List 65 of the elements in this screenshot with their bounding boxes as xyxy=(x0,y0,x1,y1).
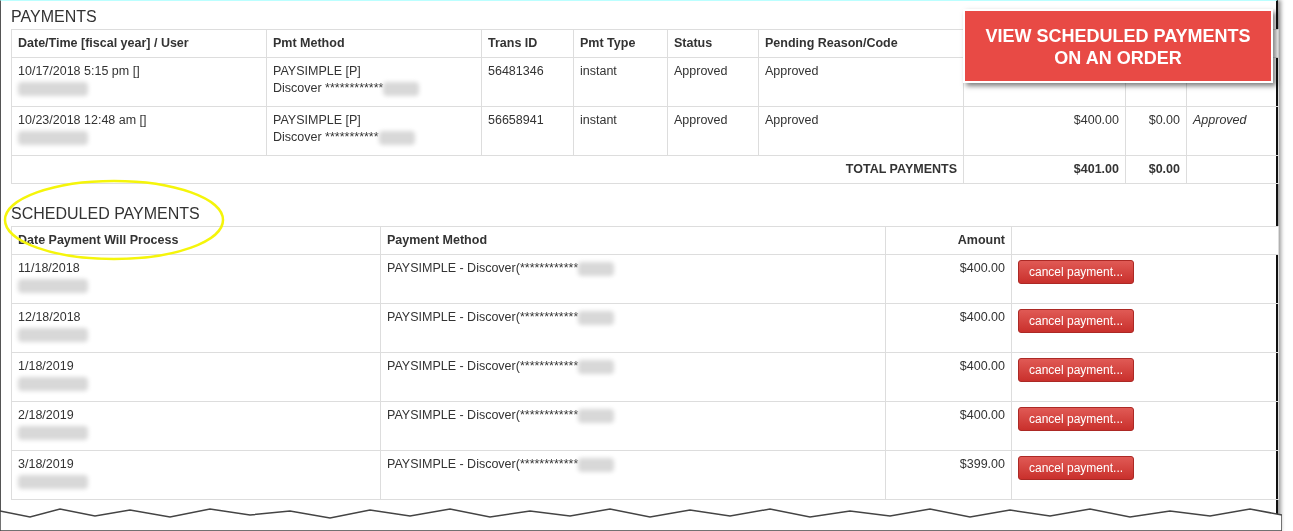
table-cell: 56658941 xyxy=(488,113,544,127)
column-header: Amount xyxy=(885,226,1012,255)
column-header: Payment Method xyxy=(380,226,886,255)
table-cell: $400.00 xyxy=(959,310,1005,324)
blurred-text xyxy=(578,457,615,472)
blurred-text xyxy=(18,278,88,293)
table-cell: PAYSIMPLE - Discover(************ xyxy=(387,310,579,324)
blurred-text xyxy=(578,408,615,423)
table-cell: 12/18/2018 xyxy=(18,310,81,324)
table-cell: $0.00 xyxy=(1148,113,1180,127)
table-cell: $400.00 xyxy=(959,261,1005,275)
cancel-payment-button[interactable]: cancel payment... xyxy=(1018,309,1135,333)
blurred-text xyxy=(18,425,88,440)
callout-banner: VIEW SCHEDULED PAYMENTS ON AN ORDER xyxy=(963,9,1273,83)
table-cell: 11/18/2018 xyxy=(18,261,80,275)
table-cell: PAYSIMPLE - Discover(************ xyxy=(387,261,579,275)
table-cell: 3/18/2019 xyxy=(18,457,74,471)
blurred-text xyxy=(18,81,88,96)
blurred-text xyxy=(578,359,615,374)
table-cell: Approved xyxy=(1193,113,1247,127)
cancel-payment-button[interactable]: cancel payment... xyxy=(1018,407,1135,431)
table-cell: $400.00 xyxy=(959,408,1005,422)
total-amount: $0.00 xyxy=(1148,162,1180,176)
column-header: Date/Time [fiscal year] / User xyxy=(11,29,267,58)
blurred-text xyxy=(18,130,88,145)
total-amount: $401.00 xyxy=(1073,162,1119,176)
table-cell: PAYSIMPLE - Discover(************ xyxy=(387,359,579,373)
column-header: Pmt Type xyxy=(573,29,668,58)
blurred-text xyxy=(578,261,615,276)
blurred-text xyxy=(383,81,420,96)
table-cell: PAYSIMPLE - Discover(************ xyxy=(387,457,579,471)
cancel-payment-button[interactable]: cancel payment... xyxy=(1018,456,1135,480)
blurred-text xyxy=(18,327,88,342)
table-cell: Discover *********** xyxy=(273,130,379,144)
table-cell: 10/23/2018 12:48 am [] xyxy=(18,113,147,127)
table-cell: PAYSIMPLE - Discover(************ xyxy=(387,408,579,422)
table-cell: $400.00 xyxy=(959,359,1005,373)
table-cell: PAYSIMPLE [P] xyxy=(273,113,361,127)
table-cell: 56481346 xyxy=(488,64,544,78)
blurred-text xyxy=(378,130,415,145)
column-header: Status xyxy=(667,29,759,58)
table-cell: instant xyxy=(580,64,617,78)
section-title: SCHEDULED PAYMENTS xyxy=(11,205,200,223)
table-cell: Approved xyxy=(674,113,728,127)
blurred-text xyxy=(18,376,88,391)
table-cell: 2/18/2019 xyxy=(18,408,74,422)
table-cell: $400.00 xyxy=(1073,113,1119,127)
cancel-payment-button[interactable]: cancel payment... xyxy=(1018,358,1135,382)
table-cell: Discover ************ xyxy=(273,81,384,95)
table-cell: 10/17/2018 5:15 pm [] xyxy=(18,64,140,78)
column-header: Pmt Method xyxy=(266,29,482,58)
column-header: Pending Reason/Code xyxy=(758,29,964,58)
table-cell: 1/18/2019 xyxy=(18,359,74,373)
section-title: PAYMENTS xyxy=(11,8,97,26)
blurred-text xyxy=(578,310,615,325)
total-label: TOTAL PAYMENTS xyxy=(845,162,957,176)
table-cell: Approved xyxy=(674,64,728,78)
table-cell: PAYSIMPLE [P] xyxy=(273,64,361,78)
table-cell: Approved xyxy=(765,64,819,78)
column-header: Trans ID xyxy=(481,29,574,58)
table-cell: instant xyxy=(580,113,617,127)
cancel-payment-button[interactable]: cancel payment... xyxy=(1018,260,1135,284)
table-cell: Approved xyxy=(765,113,819,127)
table-cell: $399.00 xyxy=(959,457,1005,471)
blurred-text xyxy=(18,474,88,489)
